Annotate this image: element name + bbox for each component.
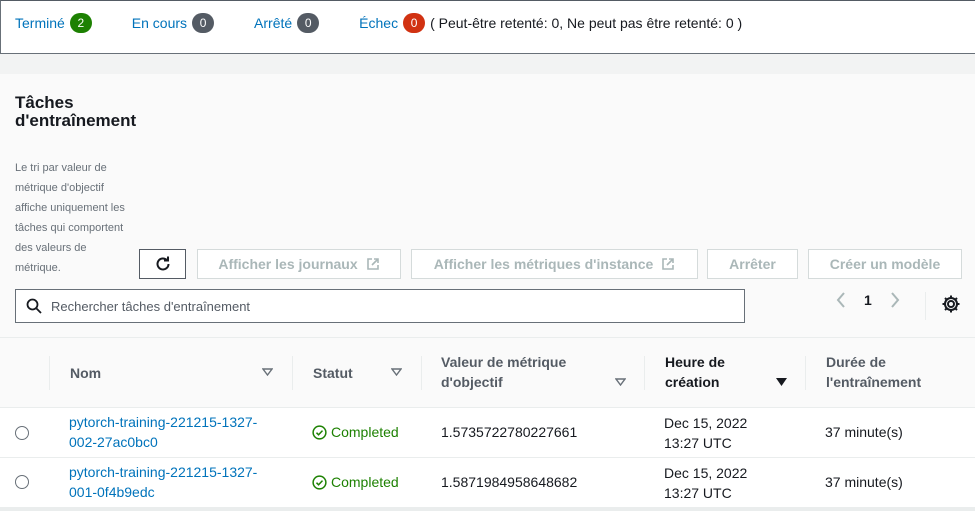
view-instance-metrics-label: Afficher les métriques d'instance: [433, 256, 654, 272]
panel-title: Tâches d'entraînement: [15, 93, 137, 130]
view-logs-button[interactable]: Afficher les journaux: [197, 249, 401, 279]
metric-value: 1.5735722780227661: [441, 424, 578, 440]
status-summary-bar: Terminé 2 En cours 0 Arrêté 0 Échec 0 ( …: [0, 0, 975, 54]
search-icon: [26, 298, 42, 314]
external-link-icon: [662, 258, 675, 270]
sort-icon[interactable]: [391, 368, 402, 376]
search-placeholder: Rechercher tâches d'entraînement: [51, 298, 251, 314]
status-in-progress-count: 0: [192, 13, 215, 33]
sort-icon[interactable]: [262, 368, 273, 376]
chevron-right-icon[interactable]: [890, 292, 900, 308]
created-date: Dec 15, 2022: [664, 415, 748, 431]
refresh-button[interactable]: [139, 249, 186, 279]
status-cell: Completed: [312, 474, 399, 490]
status-in-progress[interactable]: En cours 0: [132, 13, 215, 33]
status-in-progress-link[interactable]: En cours: [132, 15, 187, 31]
status-stopped-link[interactable]: Arrêté: [254, 15, 292, 31]
status-label: Completed: [331, 424, 399, 440]
created-time: 13:27 UTC: [664, 485, 732, 501]
job-name-link[interactable]: pytorch-training-221215-1327-001-0f4b9ed…: [69, 462, 279, 502]
chevron-left-icon[interactable]: [836, 292, 846, 308]
create-model-label: Créer un modèle: [829, 256, 941, 272]
duration-value: 37 minute(s): [825, 474, 903, 490]
pagination: 1: [836, 292, 900, 308]
table-row[interactable]: pytorch-training-221215-1327-002-27ac0bc…: [0, 408, 975, 458]
section-spacer: [0, 54, 975, 74]
status-label: Completed: [331, 474, 399, 490]
metric-value: 1.5871984958648682: [441, 474, 578, 490]
table-row[interactable]: pytorch-training-221215-1327-001-0f4b9ed…: [0, 458, 975, 508]
status-failed-count: 0: [403, 13, 426, 33]
status-completed-link[interactable]: Terminé: [15, 15, 65, 31]
status-stopped-count: 0: [297, 13, 320, 33]
stop-button[interactable]: Arrêter: [707, 249, 798, 279]
row-select-radio[interactable]: [15, 426, 29, 440]
column-header-metric[interactable]: Valeur de métrique d'objectif: [441, 352, 591, 392]
panel-description: Le tri par valeur de métrique d'objectif…: [15, 162, 125, 274]
created-date: Dec 15, 2022: [664, 465, 748, 481]
status-completed[interactable]: Terminé 2: [15, 13, 92, 33]
column-separator: [644, 356, 645, 390]
sort-desc-icon[interactable]: [776, 378, 787, 386]
table-header: Nom Statut Valeur de métrique d'objectif…: [0, 338, 975, 408]
sort-icon[interactable]: [615, 378, 626, 386]
duration-value: 37 minute(s): [825, 424, 903, 440]
view-instance-metrics-button[interactable]: Afficher les métriques d'instance: [411, 249, 698, 279]
created-time: 13:27 UTC: [664, 435, 732, 451]
column-header-duration[interactable]: Durée de l'entraînement: [826, 352, 936, 392]
row-select-radio[interactable]: [15, 475, 29, 489]
column-separator: [49, 356, 50, 390]
column-separator: [805, 356, 806, 390]
external-link-icon: [366, 258, 379, 270]
check-circle-icon: [312, 424, 327, 440]
current-page[interactable]: 1: [864, 292, 872, 308]
check-circle-icon: [312, 474, 327, 490]
pager-divider: [925, 292, 926, 320]
training-jobs-panel: Tâches d'entraînement Le tri par valeur …: [0, 74, 975, 338]
column-header-created[interactable]: Heure de création: [665, 352, 755, 392]
view-logs-label: Afficher les journaux: [218, 256, 358, 272]
status-completed-count: 2: [69, 13, 92, 33]
refresh-icon: [156, 256, 169, 271]
retry-note: ( Peut-être retenté: 0, Ne peut pas être…: [430, 15, 743, 31]
job-name-link[interactable]: pytorch-training-221215-1327-002-27ac0bc…: [69, 412, 279, 452]
column-separator: [292, 356, 293, 390]
column-header-name[interactable]: Nom: [70, 363, 101, 383]
status-failed-link[interactable]: Échec: [359, 15, 398, 31]
create-model-button[interactable]: Créer un modèle: [808, 249, 962, 279]
status-stopped[interactable]: Arrêté 0: [254, 13, 320, 33]
status-failed[interactable]: Échec 0 ( Peut-être retenté: 0, Ne peut …: [359, 13, 742, 33]
stop-label: Arrêter: [729, 256, 776, 272]
search-input[interactable]: Rechercher tâches d'entraînement: [15, 289, 745, 323]
gear-icon[interactable]: [941, 294, 961, 314]
status-cell: Completed: [312, 424, 399, 440]
column-header-status[interactable]: Statut: [313, 363, 353, 383]
column-separator: [421, 356, 422, 390]
